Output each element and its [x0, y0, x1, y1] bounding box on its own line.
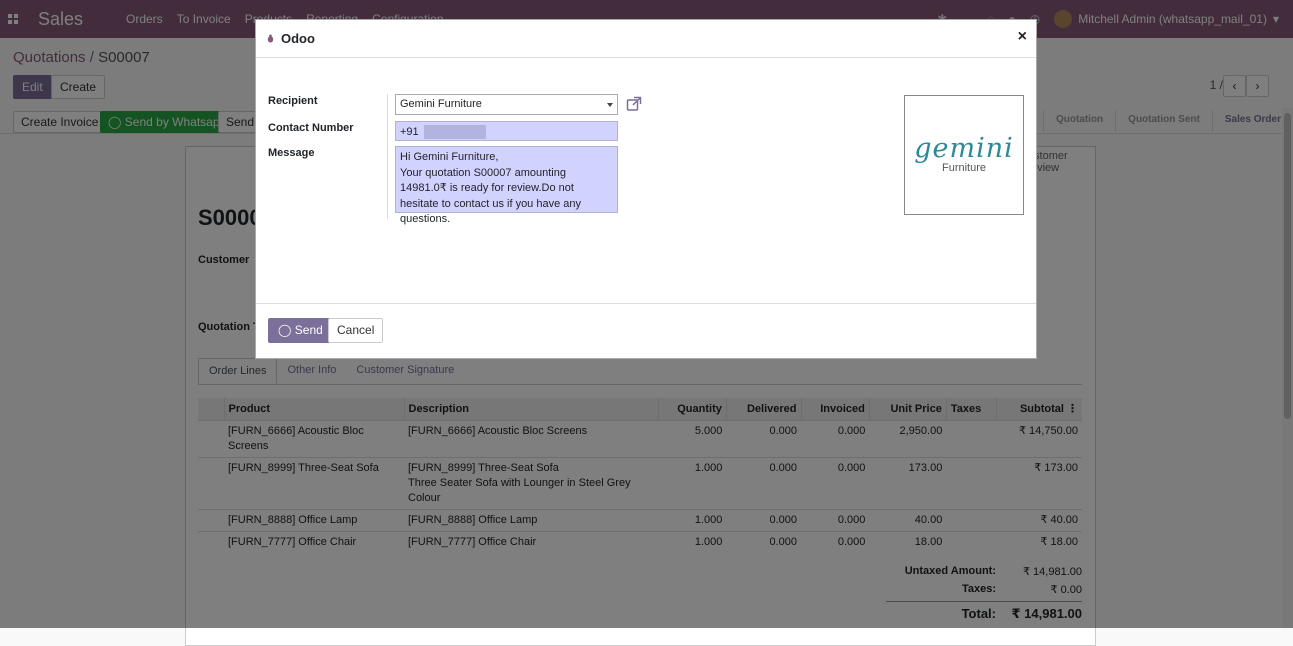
partner-logo: gemini Furniture — [904, 95, 1024, 215]
logo-subtitle: Furniture — [941, 162, 987, 174]
modal-title: Odoo — [281, 31, 315, 46]
recipient-select[interactable]: Gemini Furniture — [395, 94, 618, 115]
recipient-value: Gemini Furniture — [400, 98, 482, 110]
message-label: Message — [268, 147, 315, 159]
logo-wordmark: gemini — [914, 133, 1014, 164]
external-link-icon[interactable] — [626, 96, 642, 112]
modal-header: Odoo — [256, 20, 1036, 58]
country-code: +91 — [400, 125, 419, 138]
send-label: Send — [294, 323, 323, 337]
chevron-down-icon — [607, 103, 613, 107]
whatsapp-icon: ◯ — [278, 323, 292, 337]
recipient-label: Recipient — [268, 95, 318, 107]
close-icon[interactable]: × — [1018, 28, 1027, 46]
field-divider — [387, 94, 388, 219]
bug-icon — [267, 34, 274, 43]
message-field[interactable]: Hi Gemini Furniture, Your quotation S000… — [395, 146, 618, 225]
contact-number-label: Contact Number — [268, 122, 354, 134]
contact-number-field[interactable]: +91 — [395, 121, 618, 141]
send-button[interactable]: ◯ Send — [268, 318, 333, 343]
cancel-button[interactable]: Cancel — [328, 318, 384, 343]
whatsapp-dialog: Odoo × Recipient Contact Number Message … — [255, 19, 1037, 359]
redacted-number — [423, 125, 486, 139]
